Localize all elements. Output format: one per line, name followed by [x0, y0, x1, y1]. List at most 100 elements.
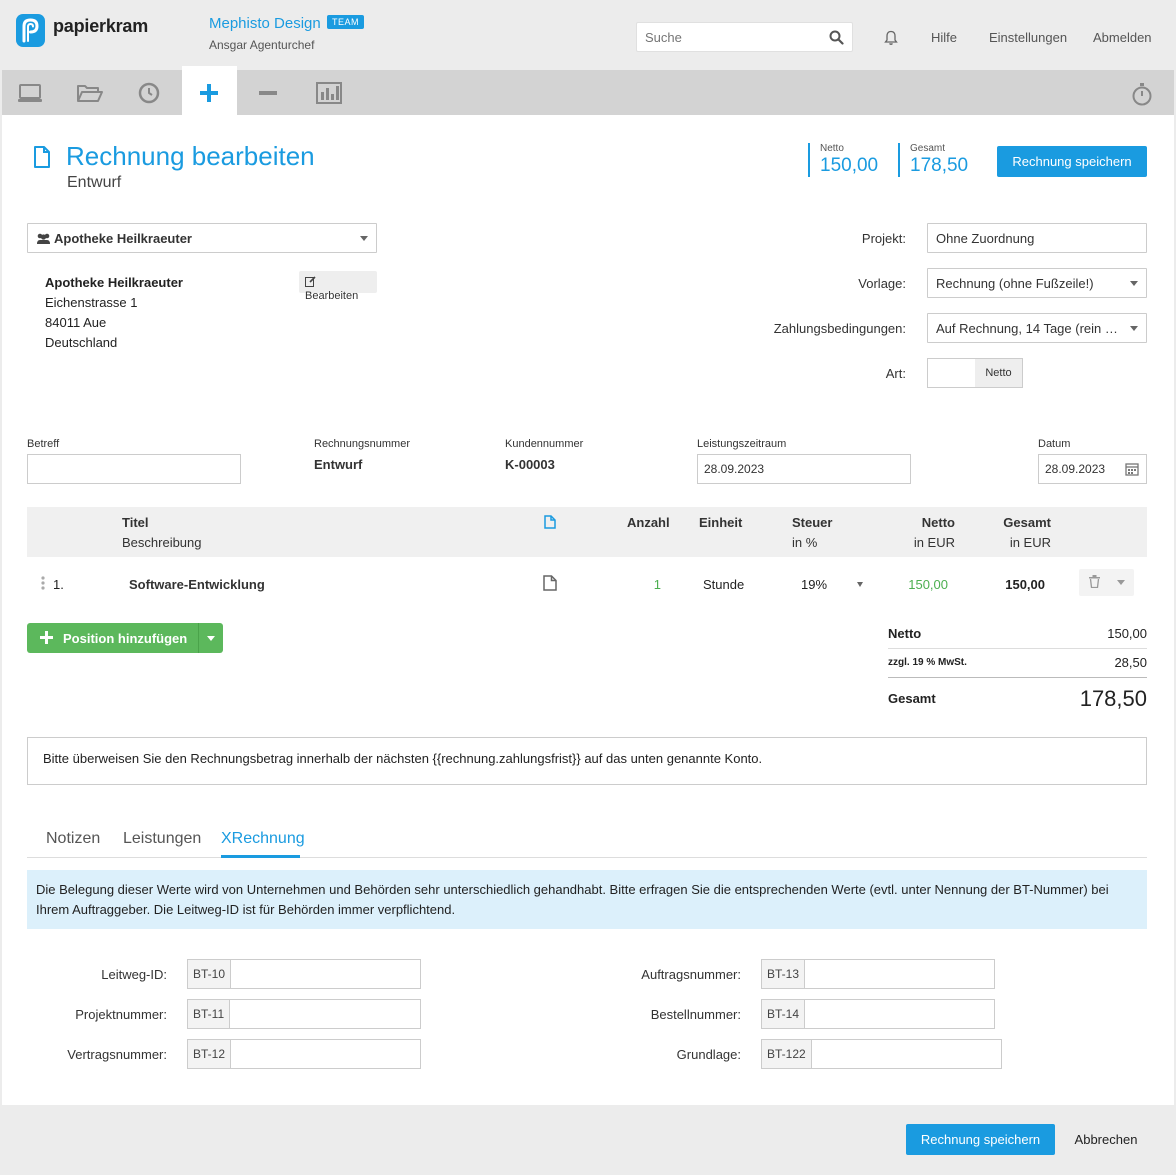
row-titel[interactable]: Software-Entwicklung	[129, 577, 265, 592]
leitweg-id-code: BT-10	[188, 960, 232, 988]
grundlage-label: Grundlage:	[676, 1047, 741, 1062]
papierkram-logo-icon[interactable]	[16, 14, 45, 47]
customer-select[interactable]: Apotheke Heilkraeuter	[27, 223, 377, 253]
projekt-label: Projekt:	[861, 231, 906, 246]
stopwatch-icon[interactable]	[1131, 82, 1157, 106]
bell-icon[interactable]	[884, 30, 898, 49]
customer-city: 84011 Aue	[45, 315, 107, 330]
document-icon[interactable]	[543, 575, 557, 594]
folder-open-icon[interactable]	[76, 82, 103, 104]
col-steuer-unit: in %	[792, 535, 818, 550]
art-toggle[interactable]: Netto	[927, 358, 1023, 388]
row-steuer[interactable]: 19%	[801, 577, 827, 592]
vertragsnummer-input[interactable]	[231, 1040, 420, 1068]
totals-mwst-value: 28,50	[1114, 655, 1147, 670]
cancel-button[interactable]: Abbrechen	[1061, 1124, 1151, 1155]
grundlage-input[interactable]	[812, 1040, 1001, 1068]
auftragsnummer-field[interactable]: BT-13	[761, 959, 995, 989]
search-box[interactable]	[636, 22, 853, 52]
leistungszeitraum-label: Leistungszeitraum	[697, 438, 787, 450]
gesamt-summary-value: 178,50	[910, 155, 969, 176]
projektnummer-input[interactable]	[230, 1000, 420, 1028]
edit-icon	[305, 276, 316, 290]
col-netto-unit: in EUR	[913, 535, 955, 550]
vertragsnummer-code: BT-12	[188, 1040, 232, 1068]
chevron-down-icon	[360, 236, 368, 241]
row-actions[interactable]	[1079, 569, 1134, 596]
logout-link[interactable]: Abmelden	[1093, 30, 1152, 45]
clock-icon[interactable]	[137, 82, 163, 104]
tab-leistungen[interactable]: Leistungen	[123, 830, 201, 848]
user-name: Ansgar Agenturchef	[209, 38, 315, 52]
team-badge: TEAM	[327, 15, 365, 29]
plus-icon	[40, 631, 53, 647]
add-position-button[interactable]: Position hinzufügen	[27, 623, 223, 653]
leistungszeitraum-input[interactable]: 28.09.2023	[697, 454, 911, 484]
betreff-input[interactable]	[27, 454, 241, 484]
help-link[interactable]: Hilfe	[931, 30, 957, 45]
datum-value: 28.09.2023	[1045, 462, 1106, 476]
datum-label: Datum	[1038, 438, 1071, 450]
bestellnummer-input[interactable]	[805, 1000, 994, 1028]
row-einheit[interactable]: Stunde	[703, 577, 744, 592]
leitweg-id-input[interactable]	[231, 960, 420, 988]
zahlungsbedingungen-value: Auf Rechnung, 14 Tage (rein …	[936, 321, 1118, 336]
chevron-down-icon[interactable]	[1117, 580, 1125, 585]
bestellnummer-code: BT-14	[762, 1000, 806, 1028]
col-anzahl: Anzahl	[627, 515, 670, 530]
auftragsnummer-code: BT-13	[762, 960, 806, 988]
rechnungsnummer-value: Entwurf	[314, 457, 363, 472]
art-label: Art:	[885, 366, 906, 381]
leitweg-id-field[interactable]: BT-10	[187, 959, 421, 989]
settings-link[interactable]: Einstellungen	[989, 30, 1067, 45]
chevron-down-icon[interactable]	[207, 636, 215, 641]
bestellnummer-field[interactable]: BT-14	[761, 999, 995, 1029]
grundlage-code: BT-122	[762, 1040, 812, 1068]
auftragsnummer-label: Auftragsnummer:	[641, 967, 741, 982]
tab-xrechnung[interactable]: XRechnung	[221, 830, 305, 848]
totals-gesamt-value: 178,50	[1079, 686, 1147, 711]
vorlage-select[interactable]: Rechnung (ohne Fußzeile!)	[927, 268, 1147, 298]
company-name[interactable]: Mephisto Design	[209, 15, 321, 32]
minus-icon[interactable]	[256, 82, 282, 104]
zahlungsbedingungen-select[interactable]: Auf Rechnung, 14 Tage (rein …	[927, 313, 1147, 343]
leitweg-id-label: Leitweg-ID:	[101, 967, 167, 982]
footer-save-button[interactable]: Rechnung speichern	[906, 1124, 1055, 1155]
datum-input[interactable]: 28.09.2023	[1038, 454, 1147, 484]
projekt-select[interactable]: Ohne Zuordnung	[927, 223, 1147, 253]
col-titel: Titel	[122, 515, 149, 530]
tab-notizen[interactable]: Notizen	[46, 830, 100, 848]
active-tab-indicator	[221, 855, 300, 858]
grundlage-field[interactable]: BT-122	[761, 1039, 1002, 1069]
vorlage-value: Rechnung (ohne Fußzeile!)	[936, 276, 1094, 291]
customer-street: Eichenstrasse 1	[45, 295, 138, 310]
save-invoice-button[interactable]: Rechnung speichern	[997, 146, 1147, 177]
projektnummer-field[interactable]: BT-11	[187, 999, 421, 1029]
laptop-icon[interactable]	[17, 82, 43, 104]
row-position: 1.	[53, 577, 64, 592]
edit-customer-button[interactable]: Bearbeiten	[299, 271, 377, 302]
projektnummer-label: Projektnummer:	[75, 1007, 167, 1022]
vertragsnummer-field[interactable]: BT-12	[187, 1039, 421, 1069]
col-gesamt-unit: in EUR	[1009, 535, 1051, 550]
users-icon	[36, 233, 51, 248]
customer-address: Apotheke Heilkraeuter Eichenstrasse 1 84…	[45, 273, 183, 353]
invoice-note-textarea[interactable]: Bitte überweisen Sie den Rechnungsbetrag…	[27, 737, 1147, 785]
auftragsnummer-input[interactable]	[805, 960, 994, 988]
calendar-icon[interactable]	[1125, 462, 1139, 479]
bar-chart-icon[interactable]	[316, 82, 342, 104]
row-anzahl[interactable]: 1	[620, 577, 661, 592]
totals-netto-value: 150,00	[1107, 626, 1147, 641]
col-gesamt: Gesamt	[1003, 515, 1051, 530]
search-input[interactable]	[637, 23, 817, 51]
art-toggle-netto[interactable]: Netto	[975, 359, 1022, 387]
drag-handle-icon[interactable]	[40, 576, 46, 593]
art-toggle-off[interactable]	[928, 359, 975, 387]
trash-icon[interactable]	[1089, 575, 1100, 591]
col-beschreibung: Beschreibung	[122, 535, 202, 550]
chevron-down-icon[interactable]	[857, 582, 863, 587]
plus-icon[interactable]	[197, 82, 223, 104]
row-netto[interactable]: 150,00	[880, 577, 948, 592]
search-icon[interactable]	[829, 30, 844, 48]
logo-text[interactable]: papierkram	[53, 16, 148, 37]
